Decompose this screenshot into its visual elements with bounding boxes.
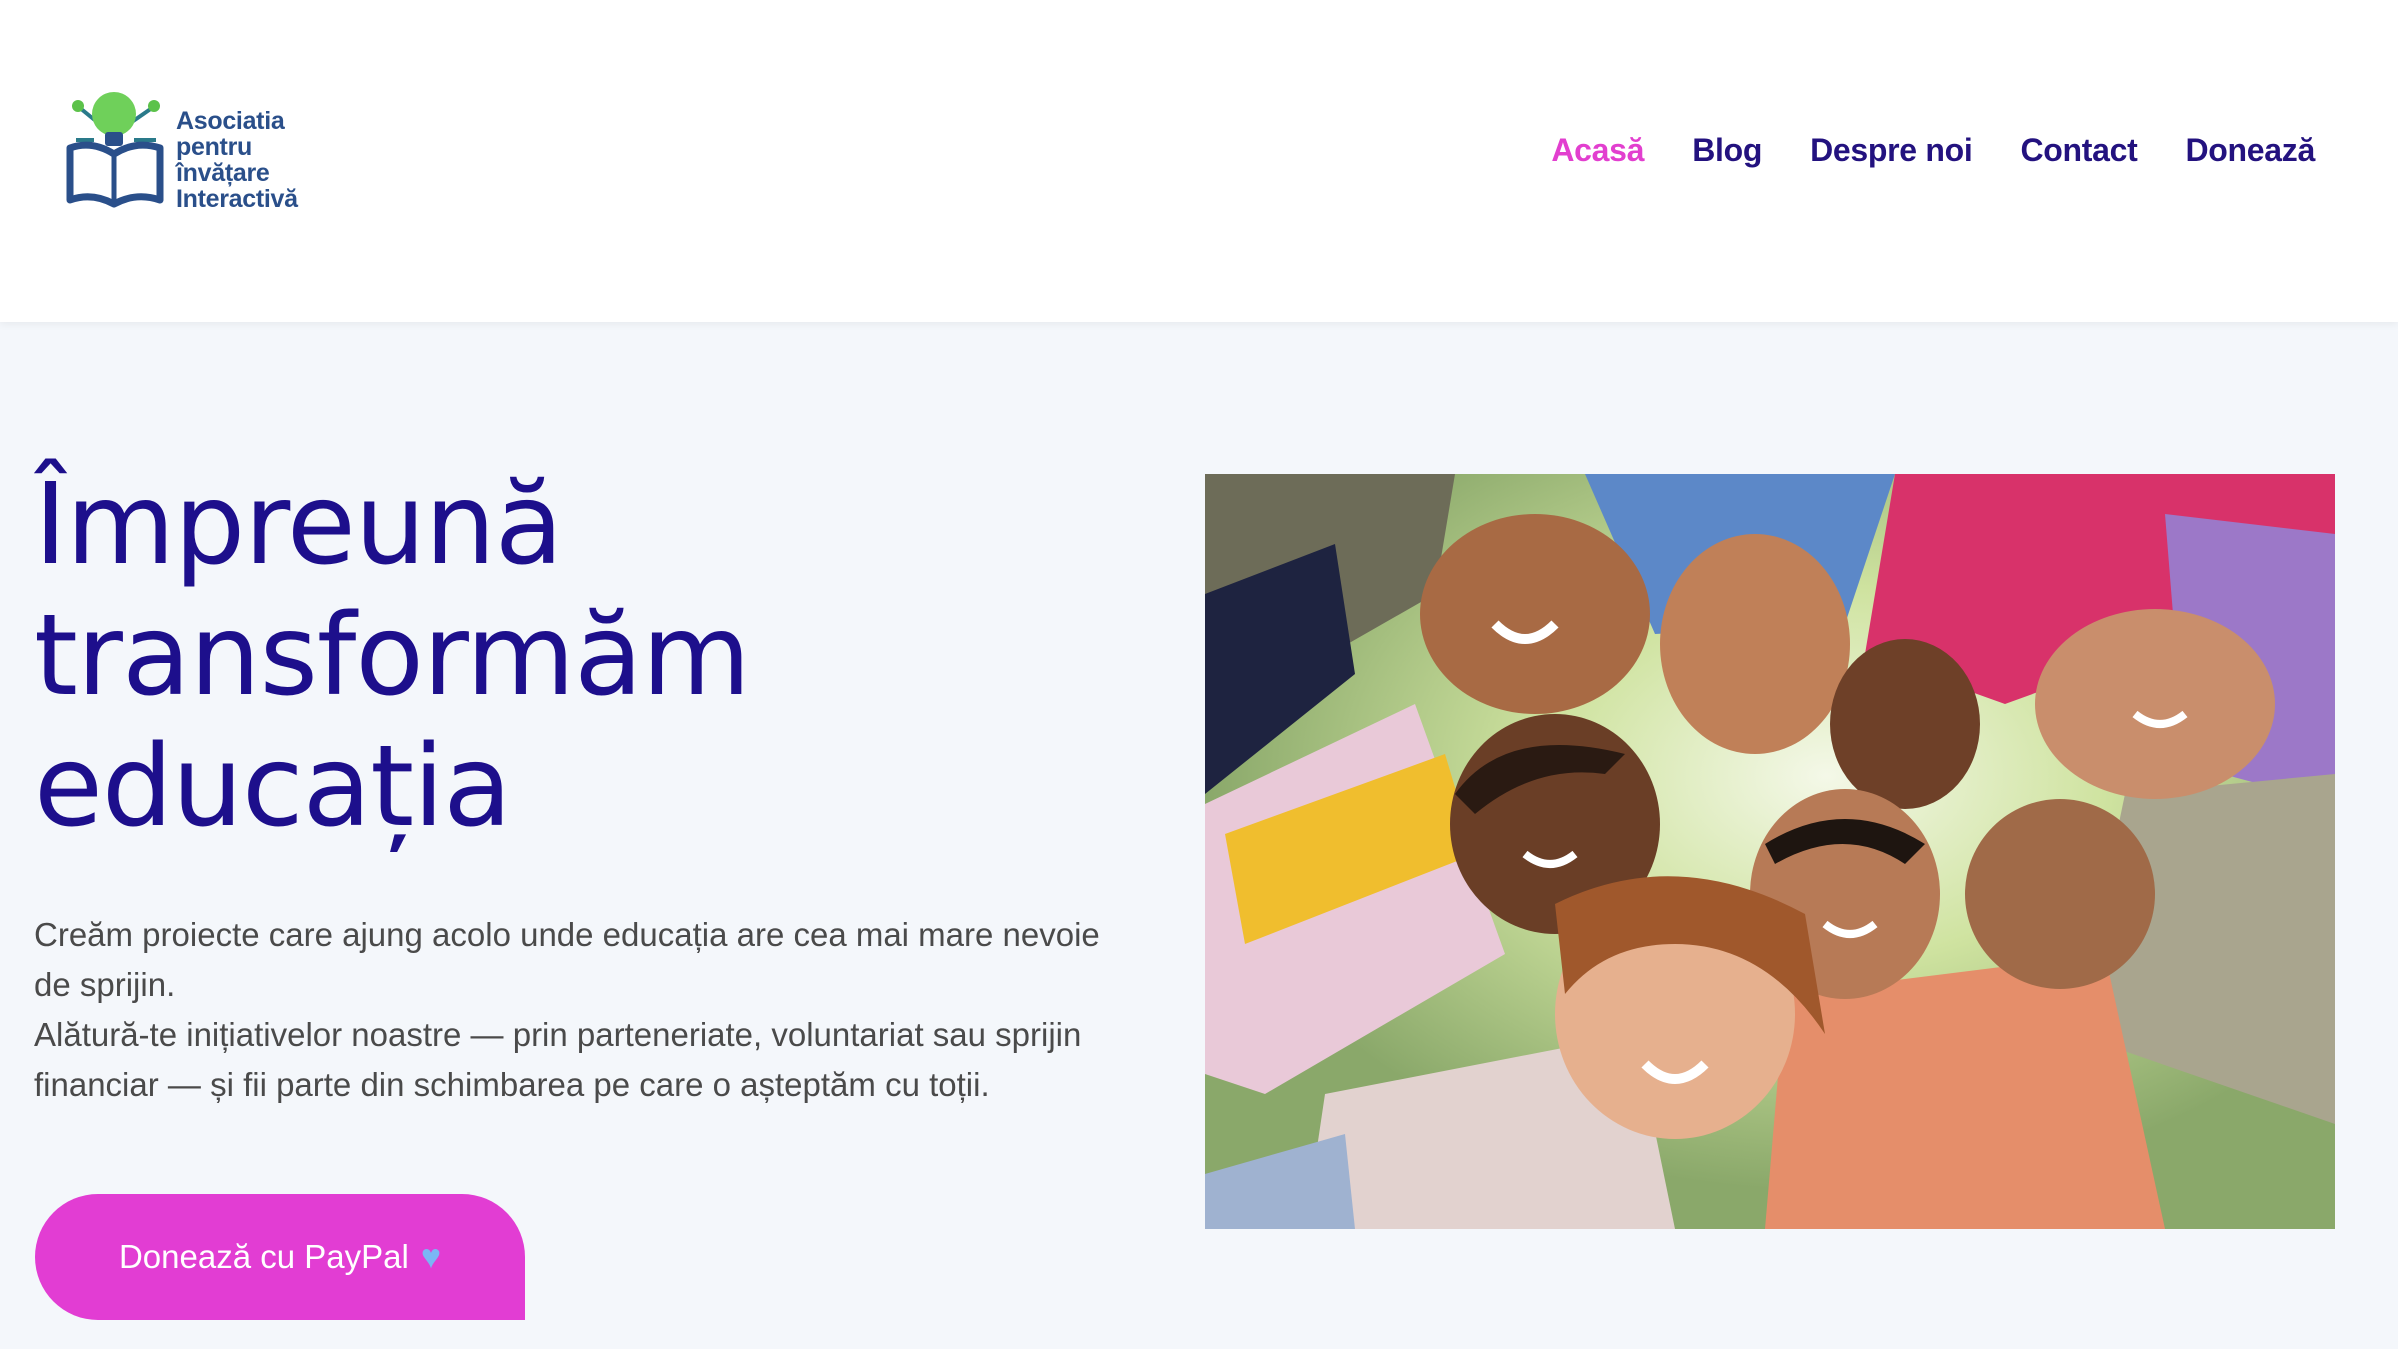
hero-paragraph: Alătură-te inițiativelor noastre — prin … [34,1016,1082,1103]
hero-description: Creăm proiecte care ajung acolo unde edu… [34,910,1124,1110]
donate-button-label: Donează cu PayPal [118,1238,409,1275]
heart-icon: ♥ [420,1237,442,1276]
hero-paragraph: Creăm proiecte care ajung acolo unde edu… [34,916,1100,1003]
site-logo[interactable]: Asociatia pentru învățare Interactivă [64,84,324,224]
nav-item-despre-noi[interactable]: Despre noi [1810,132,1973,169]
logo-line: Asociatia [176,107,285,135]
hero-image [1205,474,2335,1229]
hero-title: Împreună transformăm educația [34,460,1114,853]
nav-item-doneaza[interactable]: Donează [2186,132,2316,169]
nav-item-contact[interactable]: Contact [2020,132,2137,169]
main-nav: Acasă Blog Despre noi Contact Donează [1551,132,2315,169]
donate-paypal-button[interactable]: Donează cu PayPal ♥ [35,1194,525,1320]
children-circle-photo [1205,474,2335,1229]
site-header: Asociatia pentru învățare Interactivă Ac… [0,0,2398,322]
hero-title-line: Împreună [34,460,563,590]
nav-item-acasa[interactable]: Acasă [1551,132,1644,169]
hero-title-line: educația [34,722,512,852]
hero-title-line: transformăm [34,591,751,721]
logo-line: pentru [176,133,252,161]
logo-line: Interactivă [176,185,298,213]
nav-item-blog[interactable]: Blog [1692,132,1762,169]
logo-line: învățare [176,159,270,187]
book-lightbulb-icon [66,92,164,208]
logo-text: Asociatia pentru învățare Interactivă [176,108,298,212]
